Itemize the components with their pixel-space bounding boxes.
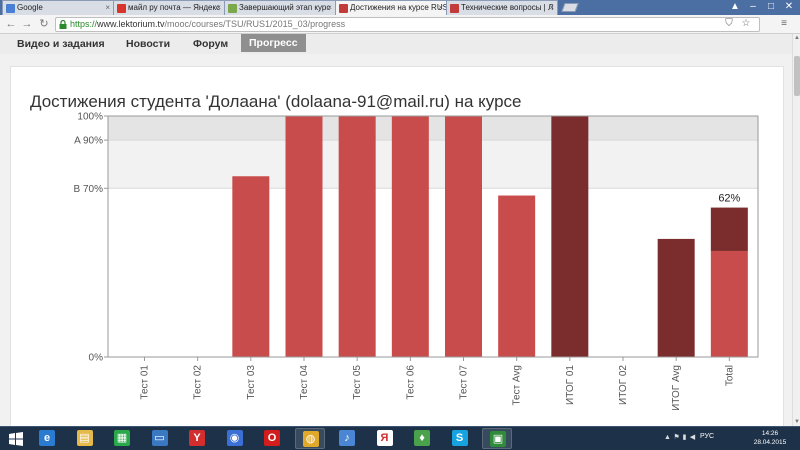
yandex-browser-icon: Я [376,430,393,446]
opera-icon: O [264,430,280,446]
x-tick-label: Тест 01 [140,365,151,400]
windows-start-icon[interactable] [8,431,24,447]
taskbar-item[interactable]: Я [370,428,400,449]
clock[interactable]: 14:26 28.04.2015 [750,429,790,447]
bar [657,238,695,357]
compass-icon: ◉ [226,430,243,446]
store-icon: ▦ [114,430,130,446]
language-indicator[interactable]: РУС [700,433,714,440]
tab-achievements[interactable]: Достижения на курсе RUS × [335,0,447,15]
lektorium-favicon-icon [339,4,348,13]
taskbar-item[interactable]: ♦ [407,428,437,449]
ie-icon: e [39,430,55,446]
x-tick-label: Тест Avg [512,365,523,406]
bar [391,116,429,357]
x-tick-label: ИТОГ Avg [671,365,682,411]
bar [498,195,536,357]
x-tick-label: Тест 05 [352,365,363,400]
grade-band-1 [108,140,758,189]
system-tray: ▲ ⚑ ▮ ◀ РУС 14:26 28.04.2015 [660,427,800,450]
network-icon[interactable]: ▮ [681,434,688,441]
x-tick-label: ИТОГ 02 [618,365,629,405]
y-tick-label: 0% [89,353,104,364]
flag-icon[interactable]: ⚑ [673,434,680,441]
close-tab-icon[interactable]: × [438,1,443,14]
x-tick-label: Тест 04 [299,365,310,400]
taskbar-item[interactable]: ▭ [145,428,175,449]
x-tick-label: Тест 06 [405,365,416,400]
clock-date: 28.04.2015 [753,439,787,446]
taskbar-item[interactable]: O [257,428,287,449]
clock-time: 14:26 [761,430,779,437]
scrollbar-thumb[interactable] [794,56,800,96]
scroll-up-icon[interactable]: ▲ [793,34,800,42]
vertical-scrollbar[interactable]: ▲ ▼ [792,34,800,426]
volume-app-icon: ♪ [339,430,355,446]
x-tick-label: Тест 02 [193,365,204,400]
y-tick-label: A 90% [74,136,103,147]
taskbar-item[interactable]: ▦ [107,428,137,449]
tray-arrow-icon[interactable]: ▲ [664,434,671,441]
taskbar-item[interactable]: ▤ [70,428,100,449]
bar [285,116,323,357]
skype-icon: S [451,430,468,446]
bar [551,116,589,357]
explorer-icon: ▤ [76,430,93,446]
y-tick-label: 100% [77,112,103,123]
total-value-label: 62% [718,193,740,205]
chrome-icon: ◍ [302,431,319,447]
taskbar-item[interactable]: S [445,428,475,449]
taskbar-item[interactable]: ▣ [482,428,512,449]
bar [338,116,376,357]
bar [232,176,270,357]
scroll-down-icon[interactable]: ▼ [793,418,800,426]
tab-label: Достижения на курсе RUS [350,3,446,12]
x-tick-label: ИТОГ 01 [565,365,576,405]
x-tick-label: Total [724,365,735,386]
windows-taskbar: e ▤ ▦ ▭ Y ◉ O ◍ ♪ Я ♦ S ▣ ▲ ⚑ ▮ ◀ РУС 14:26 28.04.20… [0,426,800,450]
taskbar-item[interactable]: ◍ [294,428,325,449]
total-bar-upper [710,207,748,251]
x-tick-label: Тест 03 [246,365,257,400]
yandex-icon: Y [189,430,205,446]
taskbar-item[interactable]: e [32,428,62,449]
green-app-icon: ▣ [490,431,506,447]
grade-band-0 [108,116,758,141]
total-bar-lower [710,250,748,357]
y-tick-label: B 70% [74,184,104,195]
taskbar-item[interactable]: ♪ [332,428,362,449]
volume-icon[interactable]: ◀ [689,434,696,441]
taskbar-item[interactable]: ◉ [220,428,250,449]
solitaire-icon: ♦ [414,430,430,446]
monitor-icon: ▭ [151,430,168,446]
bar [445,116,482,357]
progress-chart: Тест 01 Тест 02 Тест 03 Тест 04 Тест 05 Тест … [74,112,759,411]
x-tick-label: Тест 07 [459,365,470,400]
taskbar-item[interactable]: Y [182,428,212,449]
